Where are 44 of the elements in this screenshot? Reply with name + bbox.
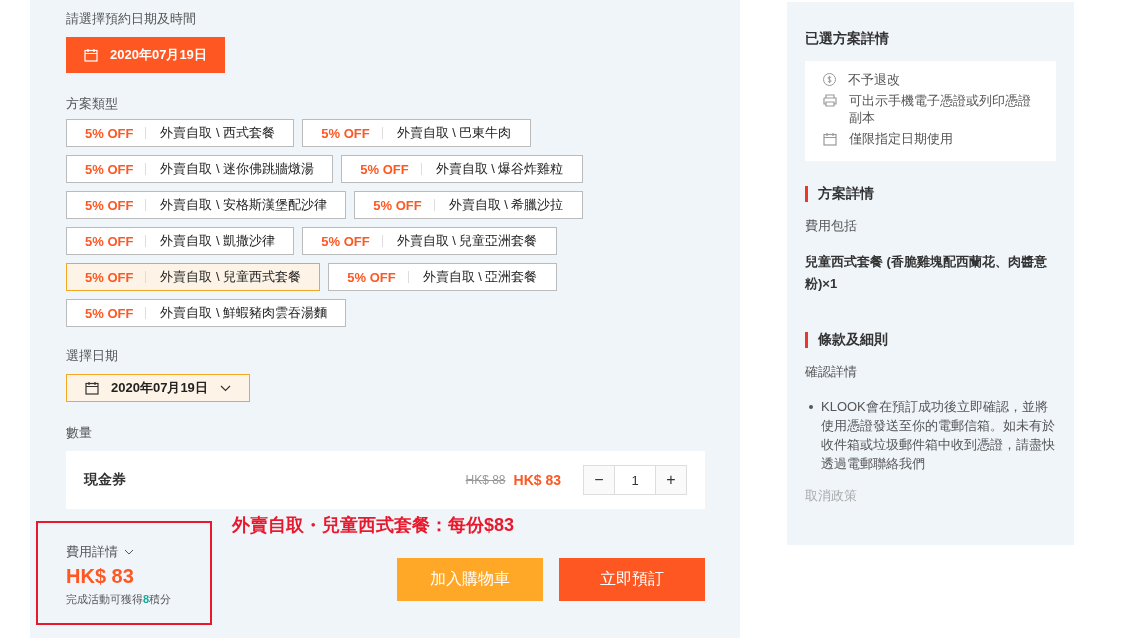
package-option[interactable]: 5% OFF 外賣自取 \ 鮮蝦豬肉雲吞湯麵 <box>66 299 347 327</box>
item-name: 現金券 <box>84 471 127 489</box>
calendar-icon <box>823 132 837 146</box>
package-option[interactable]: 5% OFF 外賣自取 \ 兒童亞洲套餐 <box>302 227 557 255</box>
chevron-down-icon <box>219 384 231 392</box>
section-label: 數量 <box>66 424 93 442</box>
section-label: 選擇日期 <box>66 347 119 365</box>
fee-details-toggle[interactable]: 費用詳情 <box>66 543 210 561</box>
calendar-icon <box>84 48 98 62</box>
package-option[interactable]: 5% OFF 外賣自取 \ 亞洲套餐 <box>328 263 557 291</box>
section-label: 確認詳情 <box>805 363 858 381</box>
package-option[interactable]: 5% OFF 外賣自取 \ 安格斯漢堡配沙律 <box>66 191 347 219</box>
points-note: 完成活動可獲得8積分 <box>66 592 173 607</box>
section-label: 費用包括 <box>805 217 858 235</box>
quantity-field[interactable]: 1 <box>614 466 656 494</box>
package-option[interactable]: 5% OFF 外賣自取 \ 迷你佛跳牆燉湯 <box>66 155 334 183</box>
minus-button[interactable]: − <box>584 466 614 494</box>
package-option[interactable]: 5% OFF 外賣自取 \ 凱撒沙律 <box>66 227 295 255</box>
package-option[interactable]: 5% OFF 外賣自取 \ 兒童西式套餐 <box>66 263 321 291</box>
total-price: HK$ 83 <box>66 565 135 588</box>
annotation-text: 外賣自取・兒童西式套餐：每份$83 <box>232 514 515 537</box>
section-label: 方案類型 <box>66 95 119 113</box>
package-option[interactable]: 5% OFF 外賣自取 \ 爆谷炸雞粒 <box>341 155 583 183</box>
package-option[interactable]: 5% OFF 外賣自取 \ 巴東牛肉 <box>302 119 531 147</box>
plus-button[interactable]: + <box>656 466 686 494</box>
package-option[interactable]: 5% OFF 外賣自取 \ 西式套餐 <box>66 119 295 147</box>
section-heading: 方案詳情 <box>818 185 874 203</box>
feature-text: 僅限指定日期使用 <box>849 130 953 147</box>
date-dropdown[interactable]: 2020年07月19日 <box>66 374 250 402</box>
panel-title: 已選方案詳情 <box>805 30 890 48</box>
dollar-coin-icon <box>823 73 836 86</box>
original-price: HK$ 88 <box>465 473 506 487</box>
feature-text: 可出示手機電子憑證或列印憑證副本 <box>849 92 1032 126</box>
feature-text: 不予退改 <box>848 71 900 88</box>
terms-bullet: KLOOK會在預訂成功後立即確認，並將使用憑證發送至你的電郵信箱。如未有於收件箱或垃圾郵件箱中收到憑證，請盡快透過電郵聯絡我們 <box>821 398 1056 473</box>
printer-icon <box>823 94 837 107</box>
bullet-icon <box>809 405 813 409</box>
package-content: 兒童西式套餐 (香脆雞塊配西蘭花、肉醬意粉)×1 <box>805 253 1048 293</box>
section-heading: 條款及細則 <box>818 331 888 349</box>
discount-price: HK$ 83 <box>513 472 561 488</box>
section-label: 請選擇預約日期及時間 <box>66 10 197 28</box>
package-option[interactable]: 5% OFF 外賣自取 \ 希臘沙拉 <box>354 191 583 219</box>
calendar-icon <box>85 381 99 395</box>
chevron-down-icon <box>124 549 134 555</box>
